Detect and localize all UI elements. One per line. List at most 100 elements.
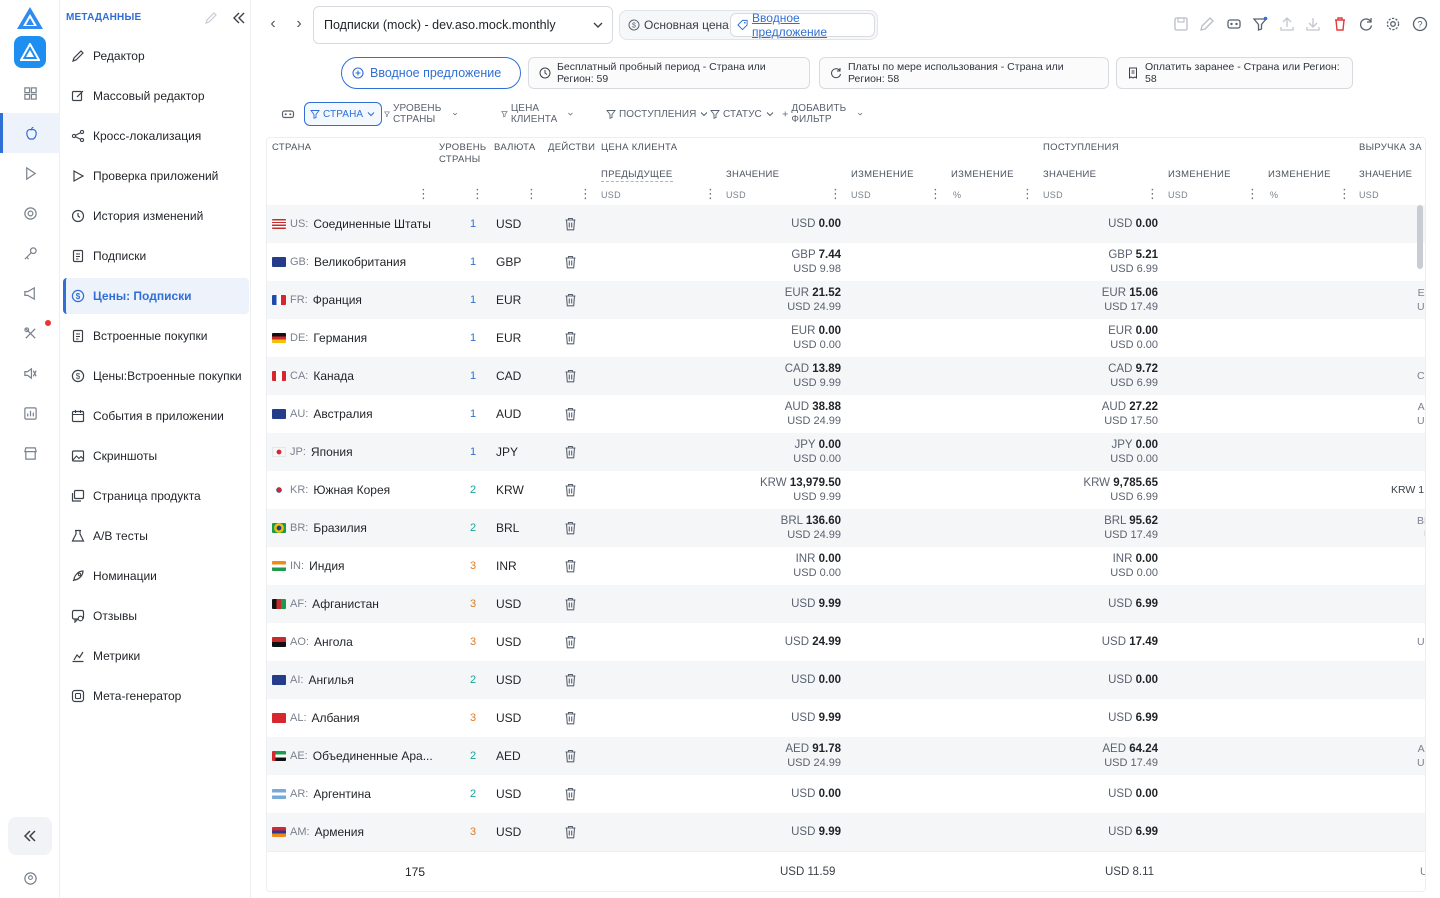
- filter-tier[interactable]: УРОВЕНЬ СТРАНЫ: [384, 102, 461, 126]
- rail-store-icon[interactable]: [0, 433, 60, 473]
- rail-target-icon[interactable]: [0, 193, 60, 233]
- double-chevron-left-icon[interactable]: [232, 11, 246, 25]
- filter-status[interactable]: СТАТУС: [710, 102, 778, 126]
- table-row[interactable]: AO: Ангола 3 USD USD 24.99 USD 17.49 U: [267, 623, 1425, 661]
- sidebar-item[interactable]: Подписки: [63, 238, 249, 274]
- country-cell[interactable]: AU: Австралия: [272, 395, 373, 433]
- country-cell[interactable]: US: Соединенные Штаты: [272, 205, 431, 243]
- column-menu-icon[interactable]: ⋮: [1021, 187, 1034, 200]
- delete-row-button[interactable]: [564, 623, 577, 661]
- country-cell[interactable]: CA: Канада: [272, 357, 354, 395]
- delete-row-button[interactable]: [564, 395, 577, 433]
- sidebar-item[interactable]: Номинации: [63, 558, 249, 594]
- col-revenue-value-header[interactable]: ЗНАЧЕНИЕ: [1359, 169, 1412, 181]
- table-row[interactable]: KR: Южная Корея 2 KRW KRW 13,979.50 USD 9.99 K…: [267, 471, 1425, 509]
- table-row[interactable]: BR: Бразилия 2 BRL BRL 136.60 USD 24.99 BRL 95…: [267, 509, 1425, 547]
- product-select[interactable]: Подписки (mock) - dev.aso.mock.monthly: [313, 6, 613, 44]
- rail-play-icon[interactable]: [0, 153, 60, 193]
- country-cell[interactable]: JP: Япония: [272, 433, 353, 471]
- country-cell[interactable]: AF: Афганистан: [272, 585, 379, 623]
- sidebar-item[interactable]: Массовый редактор: [63, 78, 249, 114]
- table-row[interactable]: IN: Индия 3 INR INR 0.00 USD 0.00 INR 0.00 USD …: [267, 547, 1425, 585]
- delete-row-button[interactable]: [564, 281, 577, 319]
- pay-as-you-go-offer[interactable]: Платы по мере использования - Страна или…: [819, 57, 1109, 89]
- upload-icon[interactable]: [1279, 16, 1295, 32]
- rail-report-icon[interactable]: [0, 393, 60, 433]
- segment-intro-offer[interactable]: Вводное предложение: [730, 11, 875, 39]
- table-row[interactable]: AI: Ангилья 2 USD USD 0.00 USD 0.00: [267, 661, 1425, 699]
- col-previous-header[interactable]: ПРЕДЫДУЩЕЕ: [601, 169, 673, 182]
- country-cell[interactable]: BR: Бразилия: [272, 509, 367, 547]
- sidebar-item[interactable]: История изменений: [63, 198, 249, 234]
- delete-row-button[interactable]: [564, 471, 577, 509]
- help-icon[interactable]: ?: [1412, 16, 1428, 32]
- col-country-header[interactable]: СТРАНА: [272, 142, 311, 154]
- delete-row-button[interactable]: [564, 547, 577, 585]
- table-row[interactable]: AM: Армения 3 USD USD 9.99 USD 6.99: [267, 813, 1425, 851]
- table-row[interactable]: US: Соединенные Штаты 1 USD USD 0.00 USD 0.00: [267, 205, 1425, 243]
- column-menu-icon[interactable]: ⋮: [579, 187, 592, 200]
- delete-row-button[interactable]: [564, 509, 577, 547]
- gear-icon[interactable]: [1385, 16, 1401, 32]
- country-cell[interactable]: IN: Индия: [272, 547, 345, 585]
- filter-country[interactable]: СТРАНА: [304, 102, 383, 126]
- country-cell[interactable]: FR: Франция: [272, 281, 362, 319]
- column-menu-icon[interactable]: ⋮: [471, 187, 484, 200]
- filter-customer-price[interactable]: ЦЕНА КЛИЕНТА: [501, 102, 577, 126]
- sidebar-item[interactable]: Встроенные покупки: [63, 318, 249, 354]
- table-row[interactable]: JP: Япония 1 JPY JPY 0.00 USD 0.00 JPY 0.00 USD…: [267, 433, 1425, 471]
- table-row[interactable]: AU: Австралия 1 AUD AUD 38.88 USD 24.99 AUD 27…: [267, 395, 1425, 433]
- country-cell[interactable]: AM: Армения: [272, 813, 364, 851]
- country-cell[interactable]: AE: Объединенные Ара...: [272, 737, 433, 775]
- delete-row-button[interactable]: [564, 737, 577, 775]
- column-menu-icon[interactable]: ⋮: [1146, 187, 1159, 200]
- delete-row-button[interactable]: [564, 661, 577, 699]
- free-trial-offer[interactable]: Бесплатный пробный период - Страна или Р…: [528, 57, 810, 89]
- sidebar-item[interactable]: События в приложении: [63, 398, 249, 434]
- refresh-icon[interactable]: [1358, 16, 1374, 32]
- delete-row-button[interactable]: [564, 243, 577, 281]
- sidebar-item[interactable]: Редактор: [63, 38, 249, 74]
- rail-collapse-button[interactable]: [8, 817, 52, 855]
- save-icon[interactable]: [1173, 16, 1189, 32]
- table-row[interactable]: AF: Афганистан 3 USD USD 9.99 USD 6.99: [267, 585, 1425, 623]
- delete-row-button[interactable]: [564, 813, 577, 851]
- brand-logo-icon[interactable]: [16, 6, 44, 30]
- forward-arrow-icon[interactable]: ›: [292, 16, 306, 32]
- country-cell[interactable]: AO: Ангола: [272, 623, 353, 661]
- delete-row-button[interactable]: [564, 699, 577, 737]
- rail-apple-icon[interactable]: [0, 113, 60, 153]
- table-row[interactable]: GB: Великобритания 1 GBP GBP 7.44 USD 9.98 GBP…: [267, 243, 1425, 281]
- delete-row-button[interactable]: [564, 433, 577, 471]
- edit-icon[interactable]: [1199, 16, 1215, 32]
- col-change-pct-header[interactable]: ИЗМЕНЕНИЕ: [951, 169, 1014, 181]
- col-proceeds-value-header[interactable]: ЗНАЧЕНИЕ: [1043, 169, 1096, 181]
- sidebar-item[interactable]: Метрики: [63, 638, 249, 674]
- rail-grid-icon[interactable]: [0, 73, 60, 113]
- delete-row-button[interactable]: [564, 585, 577, 623]
- column-menu-icon[interactable]: ⋮: [704, 187, 717, 200]
- sidebar-item[interactable]: Страница продукта: [63, 478, 249, 514]
- delete-row-button[interactable]: [564, 205, 577, 243]
- delete-row-button[interactable]: [564, 775, 577, 813]
- country-cell[interactable]: GB: Великобритания: [272, 243, 406, 281]
- country-cell[interactable]: AL: Албания: [272, 699, 360, 737]
- filter-proceeds[interactable]: ПОСТУПЛЕНИЯ: [606, 102, 712, 126]
- column-menu-icon[interactable]: ⋮: [829, 187, 842, 200]
- delete-row-button[interactable]: [564, 357, 577, 395]
- col-proceeds-change-pct-header[interactable]: ИЗМЕНЕНИЕ: [1268, 169, 1331, 181]
- table-row[interactable]: AR: Аргентина 2 USD USD 0.00 USD 0.00: [267, 775, 1425, 813]
- sidebar-item[interactable]: Отзывы: [63, 598, 249, 634]
- download-icon[interactable]: [1305, 16, 1321, 32]
- filter-view-icon[interactable]: [281, 107, 295, 121]
- app-icon[interactable]: [14, 36, 46, 68]
- table-row[interactable]: FR: Франция 1 EUR EUR 21.52 USD 24.99 EUR 15.0…: [267, 281, 1425, 319]
- col-value-header[interactable]: ЗНАЧЕНИЕ: [726, 169, 779, 181]
- col-currency-header[interactable]: ВАЛЮТА: [494, 142, 536, 154]
- country-cell[interactable]: AI: Ангилья: [272, 661, 354, 699]
- column-menu-icon[interactable]: ⋮: [1338, 187, 1351, 200]
- rail-megaphone-icon[interactable]: [0, 273, 60, 313]
- sidebar-item[interactable]: Мета-генератор: [63, 678, 249, 714]
- add-filter-button[interactable]: ДОБАВИТЬ ФИЛЬТР: [782, 102, 866, 126]
- table-row[interactable]: AE: Объединенные Ара... 2 AED AED 91.78 USD 2…: [267, 737, 1425, 775]
